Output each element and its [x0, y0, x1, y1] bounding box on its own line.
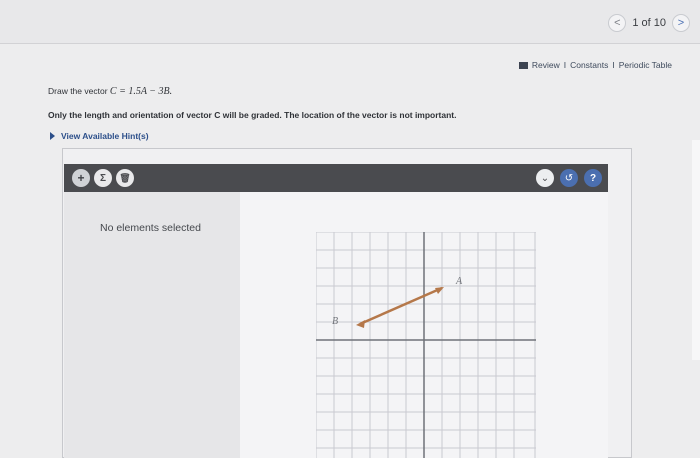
help-button[interactable]: ? [584, 169, 602, 187]
vector-grid[interactable]: A B [316, 232, 536, 458]
reset-button[interactable]: ↺ [560, 169, 578, 187]
prompt-prefix: Draw the vector [48, 86, 108, 96]
add-vector-button[interactable]: + [72, 169, 90, 187]
chevron-down-icon[interactable]: ⌄ [536, 169, 554, 187]
vector-b-arrowhead [356, 320, 365, 328]
constants-link[interactable]: Constants [570, 60, 608, 70]
page-indicator: 1 of 10 [632, 17, 666, 29]
vector-sum-button[interactable]: Σ [94, 169, 112, 187]
view-hints-link[interactable]: View Available Hint(s) [50, 131, 149, 141]
drawing-toolbar: + Σ 🗑 ⌄ ↺ ? [64, 164, 608, 192]
periodic-table-link[interactable]: Periodic Table [619, 60, 672, 70]
question-prompt: Draw the vector C = 1.5A − 3B. [48, 86, 172, 97]
scrollbar[interactable] [692, 140, 700, 360]
empty-selection-text: No elements selected [100, 222, 201, 234]
document-icon [518, 61, 528, 69]
resource-links: Review I Constants I Periodic Table [518, 60, 672, 70]
vector-a-arrowhead [435, 287, 444, 294]
pager: < 1 of 10 > [608, 14, 690, 32]
vector-b-label: B [332, 316, 338, 327]
vector-a-arrow[interactable] [359, 286, 443, 326]
review-link[interactable]: Review [532, 60, 560, 70]
delete-button[interactable]: 🗑 [116, 169, 134, 187]
separator: I [563, 60, 567, 70]
hints-label: View Available Hint(s) [61, 131, 149, 141]
prompt-expression: C = 1.5A − 3B. [109, 86, 173, 97]
top-bar: < 1 of 10 > [0, 0, 700, 44]
properties-panel: No elements selected [64, 192, 240, 458]
caret-right-icon [50, 132, 55, 140]
separator: I [612, 60, 615, 70]
next-icon[interactable]: > [672, 14, 690, 32]
previous-icon[interactable]: < [608, 14, 627, 32]
grading-note: Only the length and orientation of vecto… [48, 110, 457, 120]
vector-a-label: A [455, 276, 463, 287]
